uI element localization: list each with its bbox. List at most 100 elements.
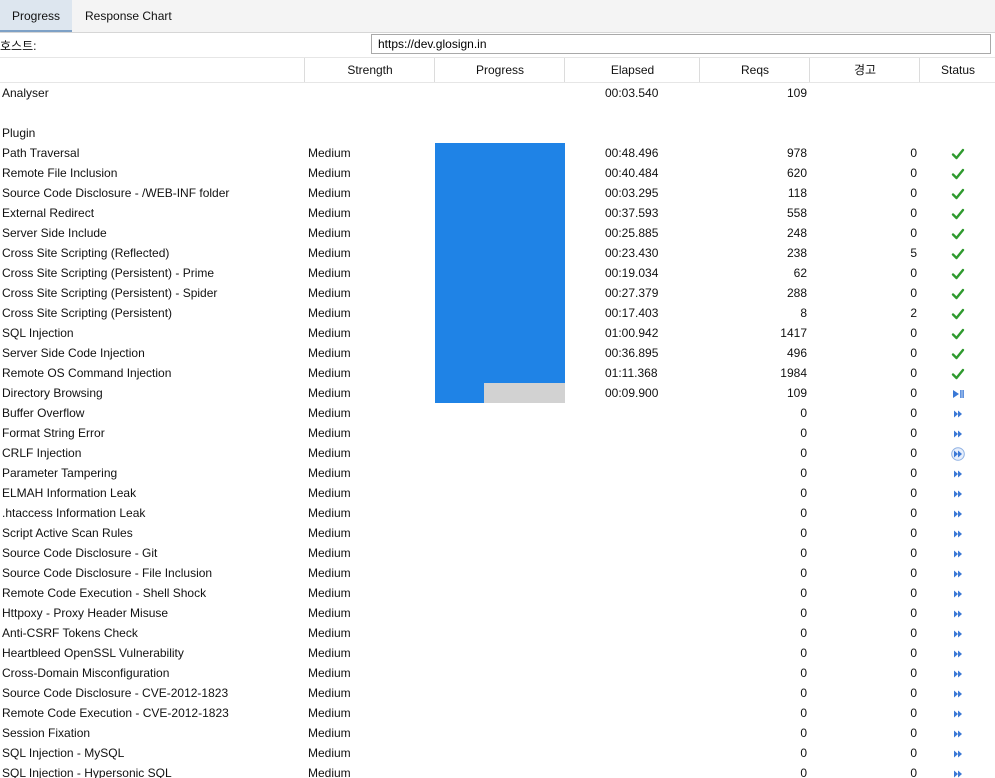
skip-icon[interactable]: [951, 527, 965, 541]
table-row[interactable]: Source Code Disclosure - /WEB-INF folder…: [0, 183, 995, 203]
skip-icon[interactable]: [951, 687, 965, 701]
skip-icon[interactable]: [951, 607, 965, 621]
plugin-status[interactable]: [920, 443, 995, 463]
skip-icon[interactable]: [951, 747, 965, 761]
plugin-status[interactable]: [920, 583, 995, 603]
table-row[interactable]: Remote Code Execution - CVE-2012-1823 Med…: [0, 703, 995, 723]
table-row[interactable]: Cross Site Scripting (Persistent) Medium 0…: [0, 303, 995, 323]
plugin-status[interactable]: [920, 423, 995, 443]
table-row[interactable]: SQL Injection - Hypersonic SQL Medium 0 0: [0, 763, 995, 778]
skip-icon[interactable]: [951, 407, 965, 421]
plugin-status[interactable]: [920, 523, 995, 543]
skip-icon[interactable]: [950, 447, 965, 461]
tab-progress[interactable]: Progress: [0, 0, 73, 32]
table-row[interactable]: Cross Site Scripting (Persistent) - Prim…: [0, 263, 995, 283]
skip-icon[interactable]: [951, 727, 965, 741]
skip-icon[interactable]: [951, 647, 965, 661]
progress-bar-track: [435, 163, 565, 183]
plugin-status[interactable]: [920, 603, 995, 623]
skip-icon[interactable]: [951, 667, 965, 681]
progress-bar-fill: [435, 183, 565, 203]
table-row[interactable]: ELMAH Information Leak Medium 0 0: [0, 483, 995, 503]
plugin-status[interactable]: [920, 703, 995, 723]
skip-icon[interactable]: [951, 507, 965, 521]
column-header-strength[interactable]: Strength: [304, 58, 435, 82]
table-row[interactable]: Remote Code Execution - Shell Shock Mediu…: [0, 583, 995, 603]
table-row[interactable]: Source Code Disclosure - File Inclusion M…: [0, 563, 995, 583]
plugin-status[interactable]: [920, 683, 995, 703]
column-header-reqs[interactable]: Reqs: [699, 58, 810, 82]
skip-icon[interactable]: [951, 487, 965, 501]
plugin-name: .htaccess Information Leak: [2, 506, 146, 520]
table-row[interactable]: .htaccess Information Leak Medium 0 0: [0, 503, 995, 523]
table-row[interactable]: Script Active Scan Rules Medium 0 0: [0, 523, 995, 543]
analyser-row[interactable]: Analyser 00:03.540 109: [0, 83, 995, 103]
check-icon: [951, 168, 964, 180]
plugin-progress: [435, 243, 565, 263]
table-row[interactable]: Buffer Overflow Medium 0 0: [0, 403, 995, 423]
table-row[interactable]: Source Code Disclosure - Git Medium 0 0: [0, 543, 995, 563]
table-row[interactable]: Cross Site Scripting (Reflected) Medium 00…: [0, 243, 995, 263]
plugin-reqs: 558: [786, 206, 807, 220]
table-row[interactable]: External Redirect Medium 00:37.593 558 0: [0, 203, 995, 223]
column-header-status[interactable]: Status: [919, 58, 995, 82]
plugin-status[interactable]: [920, 663, 995, 683]
progress-bar-track: [435, 303, 565, 323]
table-row[interactable]: Session Fixation Medium 0 0: [0, 723, 995, 743]
pause-icon[interactable]: [951, 387, 965, 401]
plugin-status[interactable]: [920, 763, 995, 778]
table-row[interactable]: Server Side Code Injection Medium 00:36.89…: [0, 343, 995, 363]
skip-icon[interactable]: [951, 707, 965, 721]
skip-icon[interactable]: [951, 467, 965, 481]
plugin-reqs: 288: [786, 286, 807, 300]
plugin-status[interactable]: [920, 623, 995, 643]
plugin-status[interactable]: [920, 543, 995, 563]
table-row[interactable]: Directory Browsing Medium 00:09.900 109 0: [0, 383, 995, 403]
column-header-alerts[interactable]: 경고: [809, 58, 920, 82]
table-row[interactable]: Httpoxy - Proxy Header Misuse Medium 0 0: [0, 603, 995, 623]
plugin-status[interactable]: [920, 643, 995, 663]
plugin-name: Source Code Disclosure - File Inclusion: [2, 566, 213, 580]
plugin-elapsed: 00:40.484: [605, 166, 659, 180]
table-row[interactable]: Parameter Tampering Medium 0 0: [0, 463, 995, 483]
skip-icon[interactable]: [951, 587, 965, 601]
skip-icon[interactable]: [951, 567, 965, 581]
plugin-progress: [435, 343, 565, 363]
plugin-status[interactable]: [920, 463, 995, 483]
progress-bar-track: [435, 143, 565, 163]
table-row[interactable]: SQL Injection - MySQL Medium 0 0: [0, 743, 995, 763]
plugin-elapsed: [605, 743, 695, 763]
table-row[interactable]: Path Traversal Medium 00:48.496 978 0: [0, 143, 995, 163]
table-row[interactable]: Anti-CSRF Tokens Check Medium 0 0: [0, 623, 995, 643]
column-header-progress[interactable]: Progress: [434, 58, 565, 82]
table-row[interactable]: Heartbleed OpenSSL Vulnerability Medium 0 0: [0, 643, 995, 663]
host-input[interactable]: [371, 34, 991, 54]
table-row[interactable]: Cross Site Scripting (Persistent) - Spid…: [0, 283, 995, 303]
table-row[interactable]: SQL Injection Medium 01:00.942 1417 0: [0, 323, 995, 343]
tab-response-chart[interactable]: Response Chart: [73, 0, 184, 32]
table-row[interactable]: Source Code Disclosure - CVE-2012-1823 Me…: [0, 683, 995, 703]
plugin-strength: Medium: [308, 386, 351, 400]
plugin-alerts: 0: [910, 506, 917, 520]
table-row[interactable]: Format String Error Medium 0 0: [0, 423, 995, 443]
table-row[interactable]: Cross-Domain Misconfiguration Medium 0 0: [0, 663, 995, 683]
table-row[interactable]: Server Side Include Medium 00:25.885 248 0: [0, 223, 995, 243]
skip-icon[interactable]: [951, 767, 965, 778]
table-row[interactable]: Remote File Inclusion Medium 00:40.484 620 0: [0, 163, 995, 183]
plugin-status[interactable]: [920, 723, 995, 743]
plugin-status[interactable]: [920, 383, 995, 403]
plugin-status[interactable]: [920, 743, 995, 763]
plugin-progress: [435, 203, 565, 223]
plugin-status[interactable]: [920, 563, 995, 583]
column-header-name[interactable]: [0, 58, 304, 82]
plugin-status[interactable]: [920, 403, 995, 423]
plugin-progress: [435, 223, 565, 243]
table-row[interactable]: CRLF Injection Medium 0 0: [0, 443, 995, 463]
skip-icon[interactable]: [951, 547, 965, 561]
column-header-elapsed[interactable]: Elapsed: [564, 58, 700, 82]
table-row[interactable]: Remote OS Command Injection Medium 01:11.3…: [0, 363, 995, 383]
plugin-status[interactable]: [920, 503, 995, 523]
skip-icon[interactable]: [951, 427, 965, 441]
plugin-status[interactable]: [920, 483, 995, 503]
skip-icon[interactable]: [951, 627, 965, 641]
